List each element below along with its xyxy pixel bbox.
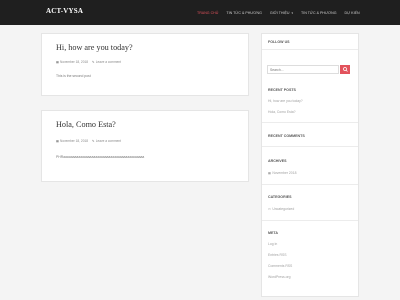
post-meta: ▦ November 18, 2018 ✎ Leave a comment [56,60,121,64]
nav-label: Trang chủ [197,10,219,15]
caret-down-icon: ▾ [291,10,293,15]
divider [262,122,358,123]
follow-us-title: Follow us [268,40,290,44]
nav-item-news-2[interactable]: Tin tức & Phương [297,0,341,25]
meta-link-label: Comments RSS [268,264,293,268]
nav-item-about[interactable]: Giới thiệu ▾ [266,0,297,25]
site-brand[interactable]: ACT-VYSA [46,7,83,15]
post-title[interactable]: Hi, how are you today? [56,43,133,52]
top-navbar: ACT-VYSA Trang chủ Tin tức & Phương Giới… [0,0,400,25]
meta-link-label: Entries RSS [268,253,287,257]
post-excerpt: This is the second post [56,74,91,78]
folder-icon: ▭ [268,207,271,211]
recent-post-link[interactable]: Hi, how are you today? [268,99,303,103]
recent-comments-title: Recent Comments [268,134,305,138]
nav-item-plans[interactable]: Dự kiến [341,0,364,25]
calendar-icon: ▦ [56,139,60,143]
post-meta: ▦ November 18, 2018 ✎ Leave a comment [56,139,121,143]
nav-item-home[interactable]: Trang chủ [193,0,222,25]
calendar-icon: ▦ [56,60,60,64]
nav-label: Tin tức & Phương [226,10,262,15]
meta-wordpress-link[interactable]: WordPress.org [268,275,291,279]
post-card: Hi, how are you today? ▦ November 18, 20… [41,33,249,96]
meta-comments-rss-link[interactable]: Comments RSS [268,264,292,268]
post-comments-link[interactable]: Leave a comment [96,139,121,143]
post-date[interactable]: November 18, 2018 [60,60,88,64]
nav-item-news[interactable]: Tin tức & Phương [222,0,266,25]
recent-posts-title: Recent Posts [268,88,296,92]
comment-icon: ✎ [92,60,95,64]
archive-link[interactable]: ▦ November 2018 [268,171,296,175]
divider [262,184,358,185]
post-title[interactable]: Hola, Como Esta? [56,120,116,129]
post-comments-link[interactable]: Leave a comment [96,60,121,64]
post-date[interactable]: November 18, 2018 [60,139,88,143]
search-input[interactable] [267,65,339,74]
archive-label: November 2018 [272,171,297,175]
divider [262,146,358,147]
main-nav: Trang chủ Tin tức & Phương Giới thiệu ▾ T… [193,0,364,25]
nav-label: Dự kiến [344,10,360,15]
nav-label: Tin tức & Phương [301,10,337,15]
post-excerpt: PHRaaaaaaaaaaaaaaaaaaaaaaaaaaaaaaaaaaaaa… [56,155,145,159]
search-icon [342,67,348,72]
sidebar: Follow us Recent Posts Hi, how are you t… [261,33,359,297]
categories-title: Categories [268,195,292,199]
post-card: Hola, Como Esta? ▦ November 18, 2018 ✎ L… [41,110,249,182]
meta-login-link[interactable]: Log in [268,242,277,246]
meta-entries-rss-link[interactable]: Entries RSS [268,253,286,257]
nav-label: Giới thiệu [269,10,290,15]
divider [262,49,358,50]
calendar-icon: ▦ [268,171,271,175]
search-button[interactable] [340,65,350,74]
category-label: Uncategorized [272,207,295,211]
divider [262,220,358,221]
meta-title: Meta [268,231,278,235]
category-link[interactable]: ▭ Uncategorized [268,207,294,211]
recent-post-link[interactable]: Hola, Como Esta? [268,110,296,114]
comment-icon: ✎ [92,139,95,143]
archives-title: Archives [268,159,287,163]
